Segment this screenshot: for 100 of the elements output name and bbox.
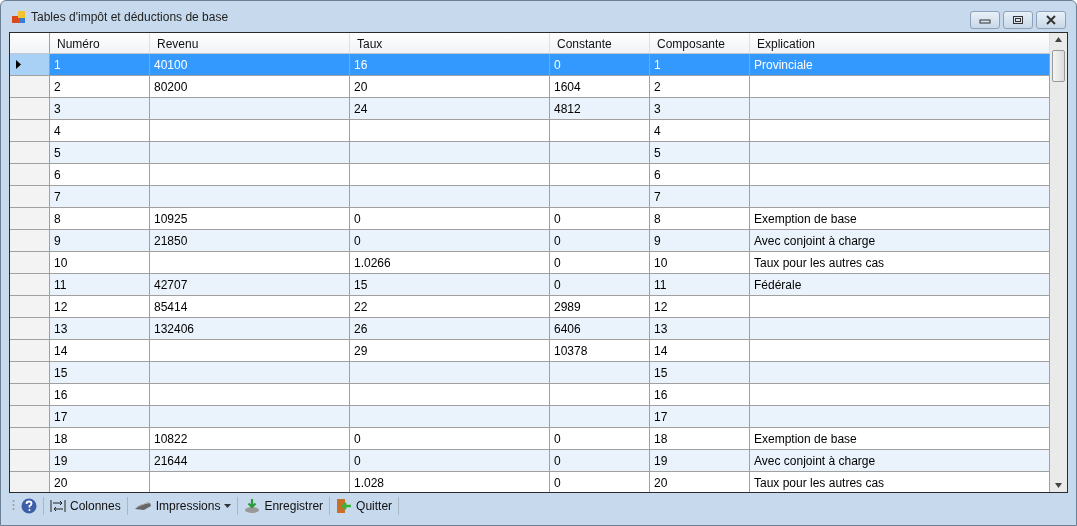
table-cell: 0 [350, 450, 550, 471]
maximize-icon [1012, 15, 1024, 25]
row-header[interactable] [10, 54, 50, 75]
table-cell: 0 [350, 428, 550, 449]
column-header[interactable]: Revenu [150, 33, 350, 53]
table-row[interactable]: 15 15 [10, 362, 1050, 384]
table-cell: 1 [650, 54, 750, 75]
table-cell: 0 [550, 274, 650, 295]
table-cell: 17 [650, 406, 750, 427]
table-cell: 85414 [150, 296, 350, 317]
table-cell: 4 [50, 120, 150, 141]
table-row[interactable]: 9 21850 0 0 9 Avec conjoint à charge [10, 230, 1050, 252]
table-cell: 8 [50, 208, 150, 229]
table-cell: 12 [650, 296, 750, 317]
scrollbar-thumb[interactable] [1052, 50, 1065, 82]
table-cell: 26 [350, 318, 550, 339]
table-cell: 10925 [150, 208, 350, 229]
table-cell: 11 [650, 274, 750, 295]
column-header[interactable]: Numéro [50, 33, 150, 53]
table-cell: 21850 [150, 230, 350, 251]
table-cell: 19 [50, 450, 150, 471]
print-button[interactable]: Impressions [130, 497, 235, 515]
table-cell: 0 [550, 450, 650, 471]
table-cell: 10822 [150, 428, 350, 449]
table-cell: 0 [550, 208, 650, 229]
table-row[interactable]: 16 16 [10, 384, 1050, 406]
minimize-icon [979, 16, 991, 24]
table-cell: 1 [50, 54, 150, 75]
table-row[interactable]: 4 4 [10, 120, 1050, 142]
table-cell: 6 [50, 164, 150, 185]
column-header[interactable]: Composante [650, 33, 750, 53]
scroll-up-icon[interactable] [1055, 37, 1062, 42]
scroll-down-icon[interactable] [1055, 483, 1062, 488]
table-cell: 6 [650, 164, 750, 185]
columns-icon [50, 499, 66, 513]
table-cell: 13 [650, 318, 750, 339]
table-cell: 13 [50, 318, 150, 339]
table-cell: 4812 [550, 98, 650, 119]
table-row[interactable]: 14 29 10378 14 [10, 340, 1050, 362]
table-cell: 1.0266 [350, 252, 550, 273]
table-row[interactable]: 8 10925 0 0 8 Exemption de base [10, 208, 1050, 230]
column-header[interactable]: Taux [350, 33, 550, 53]
table-cell: 15 [50, 362, 150, 383]
table-cell: 16 [350, 54, 550, 75]
table-cell: 1604 [550, 76, 650, 97]
table-row[interactable]: 11 42707 15 0 11 Fédérale [10, 274, 1050, 296]
printer-icon [133, 500, 152, 512]
table-cell: 24 [350, 98, 550, 119]
table-row[interactable]: 6 6 [10, 164, 1050, 186]
table-row[interactable]: 13 132406 26 6406 13 [10, 318, 1050, 340]
column-header[interactable]: Constante [550, 33, 650, 53]
table-cell: 18 [50, 428, 150, 449]
table-cell: 0 [550, 230, 650, 251]
table-cell: 0 [550, 428, 650, 449]
table-cell: 3 [650, 98, 750, 119]
table-cell: 17 [50, 406, 150, 427]
columns-button[interactable]: Colonnes [47, 497, 124, 515]
table-row[interactable]: 3 24 4812 3 [10, 98, 1050, 120]
app-icon [12, 9, 26, 24]
table-cell: 0 [550, 472, 650, 492]
table-cell: 9 [650, 230, 750, 251]
table-cell: 15 [350, 274, 550, 295]
caret-icon [224, 504, 232, 508]
table-cell: 20 [650, 472, 750, 492]
table-row[interactable]: 2 80200 20 1604 2 [10, 76, 1050, 98]
table-row[interactable]: 10 1.0266 0 10 Taux pour les autres cas [10, 252, 1050, 274]
close-icon [1045, 15, 1057, 25]
table-cell: 5 [650, 142, 750, 163]
table-row[interactable]: 7 7 [10, 186, 1050, 208]
table-cell: 10378 [550, 340, 650, 361]
table-cell: 4 [650, 120, 750, 141]
table-row[interactable]: 20 1.028 0 20 Taux pour les autres cas [10, 472, 1050, 492]
table-cell: 6406 [550, 318, 650, 339]
download-icon [244, 498, 261, 514]
table-row[interactable]: 17 17 [10, 406, 1050, 428]
table-row[interactable]: 5 5 [10, 142, 1050, 164]
table-row[interactable]: 18 10822 0 0 18 Exemption de base [10, 428, 1050, 450]
close-button[interactable] [1036, 11, 1066, 29]
table-cell: 12 [50, 296, 150, 317]
vertical-scrollbar[interactable] [1050, 33, 1067, 492]
table-cell: 14 [50, 340, 150, 361]
table-row[interactable]: 12 85414 22 2989 12 [10, 296, 1050, 318]
table-cell: 0 [350, 230, 550, 251]
quit-button[interactable]: Quitter [333, 496, 396, 516]
help-icon [21, 498, 37, 514]
table-cell: 15 [650, 362, 750, 383]
table-cell: 29 [350, 340, 550, 361]
table-cell: 40100 [150, 54, 350, 75]
window-title: Tables d'impôt et déductions de base [31, 9, 229, 24]
table-row[interactable]: 19 21644 0 0 19 Avec conjoint à charge [10, 450, 1050, 472]
save-button[interactable]: Enregistrer [241, 496, 327, 516]
table-cell: 0 [550, 54, 650, 75]
table-cell: 1.028 [350, 472, 550, 492]
toolbar-grip-icon[interactable] [12, 499, 15, 513]
table-cell: 22 [350, 296, 550, 317]
table-cell: 20 [50, 472, 150, 492]
table-cell: 42707 [150, 274, 350, 295]
table-cell: 2 [650, 76, 750, 97]
maximize-button[interactable] [1003, 11, 1033, 29]
table-cell: 7 [650, 186, 750, 207]
